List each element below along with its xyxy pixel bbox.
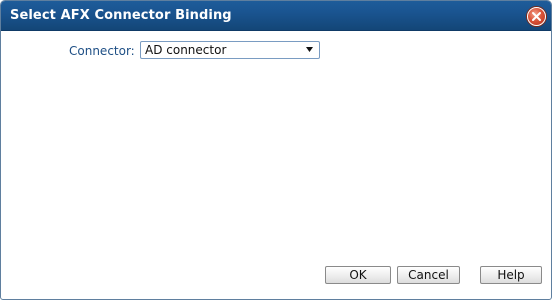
dialog-window: Select AFX Connector Binding Connector: …	[0, 0, 552, 300]
dialog-titlebar[interactable]: Select AFX Connector Binding	[1, 1, 551, 31]
dialog-title: Select AFX Connector Binding	[10, 8, 232, 23]
close-button[interactable]	[527, 7, 546, 26]
chevron-down-icon	[306, 47, 313, 52]
close-icon	[532, 12, 541, 21]
help-button[interactable]: Help	[480, 266, 542, 284]
cancel-button[interactable]: Cancel	[397, 266, 460, 284]
connector-select[interactable]: AD connector	[140, 41, 320, 59]
connector-select-value: AD connector	[145, 43, 227, 57]
ok-button[interactable]: OK	[325, 266, 391, 284]
connector-label: Connector:	[69, 44, 135, 58]
